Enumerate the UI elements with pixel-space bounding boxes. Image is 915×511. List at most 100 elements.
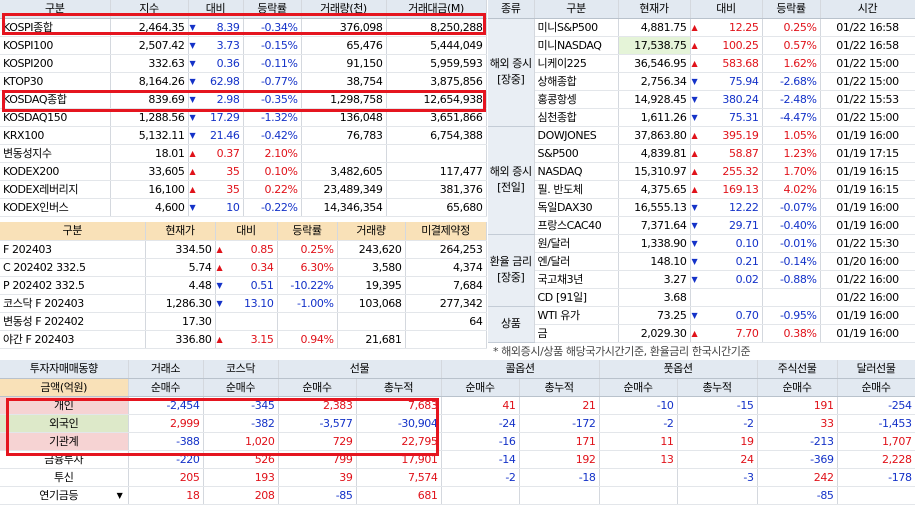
futures-rate: 0.25% [277, 240, 338, 259]
world-name[interactable]: 프랑스CAC40 [534, 216, 619, 235]
world-row[interactable]: 니케이22536,546.95583.681.62%01/22 15:00 [488, 54, 915, 73]
world-row[interactable]: 국고채3년3.270.02-0.88%01/22 16:00 [488, 270, 915, 289]
world-row[interactable]: 미니NASDAQ17,538.75100.250.57%01/22 16:58 [488, 36, 915, 55]
index-amount: 5,959,593 [386, 54, 487, 73]
index-table-header: 구분 지수 대비 등락률 거래량(천) 거래대금(M) [0, 0, 487, 19]
world-name[interactable]: 필. 반도체 [534, 180, 619, 199]
world-name[interactable]: 니케이225 [534, 54, 619, 73]
futures-row[interactable]: C 202402 332.55.740.346.30%3,5804,374 [0, 258, 487, 277]
index-name[interactable]: KODEX인버스 [0, 198, 111, 217]
index-row[interactable]: KOSDAQ1501,288.5617.29-1.32%136,0483,651… [0, 108, 487, 127]
index-name[interactable]: 변동성지수 [0, 144, 111, 163]
index-row[interactable]: KODEX인버스4,60010-0.22%14,346,35465,680 [0, 198, 487, 217]
index-name[interactable]: KODEX레버리지 [0, 180, 111, 199]
world-name[interactable]: 미니S&P500 [534, 18, 619, 37]
index-row[interactable]: KTOP308,164.2662.98-0.77%38,7543,875,856 [0, 72, 487, 91]
investor-row[interactable]: 투신 205 193 39 7,574 -2 -18 -3 242 -178 [0, 468, 915, 487]
world-name[interactable]: 금 [534, 324, 619, 343]
investor-row[interactable]: 외국인 2,999 -382 -3,577 -30,904 -24 -172 -2 -2 33 -1… [0, 414, 915, 433]
futures-rate: -1.00% [277, 294, 338, 313]
world-name[interactable]: S&P500 [534, 144, 619, 163]
investor-row[interactable]: 기관계 -388 1,020 729 22,795 -16 171 11 19 -213 1,707 [0, 432, 915, 451]
investor-name[interactable]: 금융투자 [0, 450, 129, 469]
world-row[interactable]: 독일DAX3016,555.1312.22-0.07%01/19 16:00 [488, 198, 915, 217]
world-row[interactable]: 상해종합2,756.3475.94-2.68%01/22 15:00 [488, 72, 915, 91]
futures-name[interactable]: 코스닥 F 202403 [0, 294, 146, 313]
futures-row[interactable]: 코스닥 F 2024031,286.3013.10-1.00%103,06827… [0, 294, 487, 313]
investor-value: -254 [837, 396, 915, 415]
world-row[interactable]: 필. 반도체4,375.65169.134.02%01/19 16:15 [488, 180, 915, 199]
futures-name[interactable]: 야간 F 202403 [0, 330, 146, 349]
index-name[interactable]: KOSPI200 [0, 54, 111, 73]
world-name[interactable]: 엔/달러 [534, 252, 619, 271]
index-name[interactable]: KODEX200 [0, 162, 111, 181]
world-row[interactable]: S&P5004,839.8158.871.23%01/19 17:15 [488, 144, 915, 163]
index-row[interactable]: KODEX20033,605350.10%3,482,605117,477 [0, 162, 487, 181]
world-row[interactable]: CD [91일] 3.68 01/22 16:00 [488, 288, 915, 307]
world-name[interactable]: 독일DAX30 [534, 198, 619, 217]
world-row[interactable]: 금2,029.307.700.38%01/19 16:00 [488, 324, 915, 343]
index-row[interactable]: 변동성지수18.010.372.10% [0, 144, 487, 163]
investor-value: 2,999 [128, 414, 204, 433]
index-name[interactable]: KTOP30 [0, 72, 111, 91]
futures-name[interactable]: F 202403 [0, 240, 146, 259]
world-row[interactable]: 엔/달러148.100.21-0.14%01/20 16:00 [488, 252, 915, 271]
futures-name[interactable]: C 202402 332.5 [0, 258, 146, 277]
world-row[interactable]: 환율 금리 [장중]원/달러1,338.900.10-0.01%01/22 15… [488, 234, 915, 307]
world-price: 4,375.65 [618, 180, 691, 199]
index-row[interactable]: KOSPI200332.630.36-0.11%91,1505,959,593 [0, 54, 487, 73]
world-name[interactable]: NASDAQ [534, 162, 619, 181]
futures-volume: 19,395 [337, 276, 406, 295]
investor-name[interactable]: 투신 [0, 468, 129, 487]
index-name[interactable]: KOSDAQ150 [0, 108, 111, 127]
col-header: 순매수 [278, 378, 357, 397]
world-name[interactable]: WTI 유가 [534, 306, 619, 325]
futures-row[interactable]: 야간 F 202403336.803.150.94%21,681 [0, 330, 487, 349]
world-name[interactable]: 원/달러 [534, 234, 619, 253]
world-row[interactable]: 프랑스CAC407,371.6429.71-0.40%01/19 16:00 [488, 216, 915, 235]
index-name[interactable]: KRX100 [0, 126, 111, 145]
index-row[interactable]: KODEX레버리지16,100350.22%23,489,349381,376 [0, 180, 487, 199]
world-rate: -0.07% [762, 198, 821, 217]
index-row[interactable]: KRX1005,132.1121.46-0.42%76,7836,754,388 [0, 126, 487, 145]
dropdown-arrow-icon[interactable]: ▼ [115, 487, 125, 504]
world-row[interactable]: 해외 증시 [장중]미니S&P5004,881.7512.250.25%01/2… [488, 18, 915, 127]
futures-row[interactable]: 변동성 F 202402 17.30 64 [0, 312, 487, 331]
index-price: 839.69 [110, 90, 189, 109]
index-change: 3.73 [188, 36, 244, 55]
futures-row[interactable]: F 202403334.500.850.25%243,620264,253 [0, 240, 487, 259]
investor-name[interactable]: 외국인 [0, 414, 129, 433]
index-row[interactable]: KOSPI종합2,464.358.39-0.34%376,0988,250,28… [0, 18, 487, 37]
world-time: 01/19 16:00 [820, 324, 915, 343]
world-name[interactable]: 상해종합 [534, 72, 619, 91]
world-row[interactable]: NASDAQ15,310.97255.321.70%01/19 16:15 [488, 162, 915, 181]
world-name[interactable]: 홍콩항셍 [534, 90, 619, 109]
investor-row[interactable]: 금융투자 -220 526 799 17,901 -14 192 13 24 -369 2,228 [0, 450, 915, 469]
world-name[interactable]: CD [91일] [534, 288, 619, 307]
investor-value: -2 [677, 414, 758, 433]
investor-name[interactable]: 개인 [0, 396, 129, 415]
world-row[interactable]: 상품WTI 유가73.250.70-0.95%01/19 16:00 [488, 306, 915, 343]
investor-name[interactable]: 연기금등 ▼ [0, 486, 129, 505]
index-row[interactable]: KOSDAQ종합839.692.98-0.35%1,298,75812,654,… [0, 90, 487, 109]
futures-row[interactable]: P 202402 332.54.480.51-10.22%19,3957,684 [0, 276, 487, 295]
futures-open-interest [405, 330, 487, 349]
world-time: 01/19 16:00 [820, 306, 915, 325]
index-name[interactable]: KOSDAQ종합 [0, 90, 111, 109]
world-row[interactable]: 홍콩항셍14,928.45380.24-2.48%01/22 15:53 [488, 90, 915, 109]
investor-name[interactable]: 기관계 [0, 432, 129, 451]
world-rate: 1.23% [762, 144, 821, 163]
investor-row[interactable]: 연기금등 ▼ 18 208 -85 681 -85 [0, 486, 915, 505]
futures-name[interactable]: P 202402 332.5 [0, 276, 146, 295]
world-name[interactable]: 심천종합 [534, 108, 619, 127]
world-row[interactable]: 해외 증시 [전일]DOWJONES37,863.80395.191.05%01… [488, 126, 915, 235]
index-name[interactable]: KOSPI100 [0, 36, 111, 55]
futures-name[interactable]: 변동성 F 202402 [0, 312, 146, 331]
world-name[interactable]: DOWJONES [534, 126, 619, 145]
world-row[interactable]: 심천종합1,611.2675.31-4.47%01/22 15:00 [488, 108, 915, 127]
world-name[interactable]: 국고채3년 [534, 270, 619, 289]
index-name[interactable]: KOSPI종합 [0, 18, 111, 37]
index-row[interactable]: KOSPI1002,507.423.73-0.15%65,4765,444,04… [0, 36, 487, 55]
world-name[interactable]: 미니NASDAQ [534, 36, 619, 55]
investor-row[interactable]: 개인 -2,454 -345 2,383 7,683 41 21 -10 -15 191 -254 [0, 396, 915, 415]
